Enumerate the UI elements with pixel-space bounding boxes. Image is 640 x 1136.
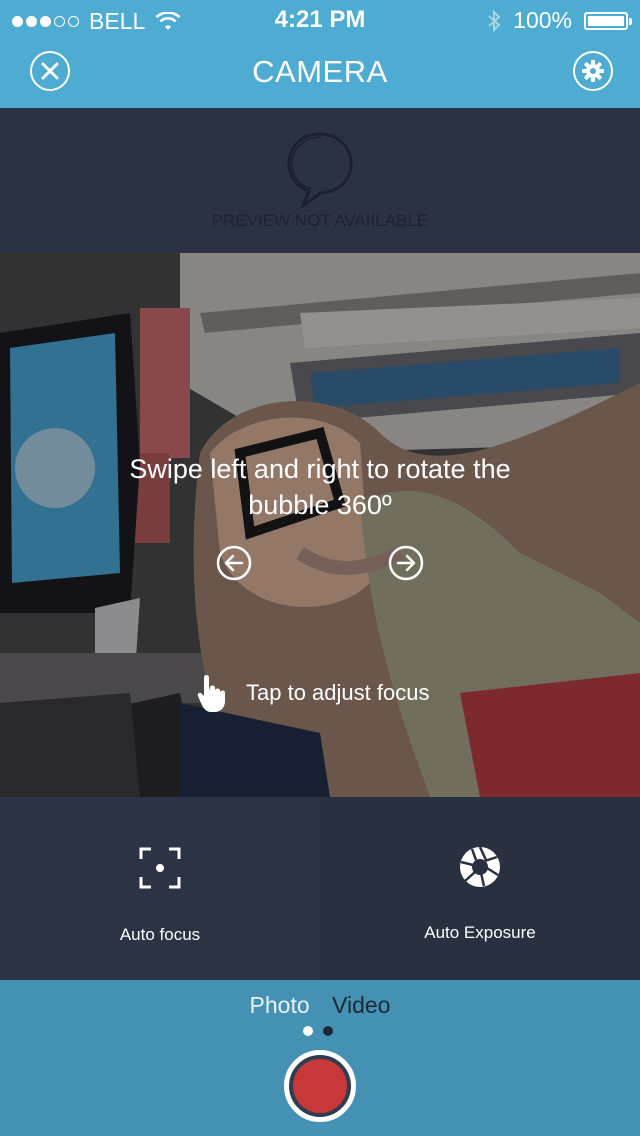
speech-bubble-icon	[287, 132, 353, 208]
bottom-bar: Photo Video	[0, 980, 640, 1136]
record-button[interactable]	[284, 1050, 356, 1122]
auto-focus-button[interactable]: Auto focus	[0, 797, 320, 980]
camera-dim-overlay	[0, 253, 640, 797]
preview-band: PREVIEW NOT AVAIILABLE	[0, 108, 640, 253]
pager-dot	[323, 1026, 333, 1036]
battery-icon	[584, 11, 632, 30]
status-bar: BELL 4:21 PM 100%	[0, 0, 640, 40]
rotate-hint-line2: bubble 360º	[248, 490, 392, 520]
tap-hand-icon	[197, 675, 225, 712]
auto-exposure-button[interactable]: Auto Exposure	[320, 797, 640, 980]
page-title: CAMERA	[252, 54, 388, 89]
aperture-icon	[460, 846, 500, 887]
status-right: 100%	[487, 7, 632, 34]
camera-viewfinder[interactable]: Swipe left and right to rotate the bubbl…	[0, 253, 640, 797]
nav-bar: CAMERA	[0, 40, 640, 108]
mode-switcher: Photo Video	[0, 992, 640, 1019]
auto-exposure-label: Auto Exposure	[424, 923, 536, 942]
mode-photo[interactable]: Photo	[250, 992, 310, 1019]
gear-icon	[582, 60, 604, 82]
pager-dot-active	[303, 1026, 313, 1036]
mode-pager	[303, 1026, 333, 1036]
focus-hint: Tap to adjust focus	[196, 673, 429, 713]
mode-video[interactable]: Video	[332, 992, 390, 1019]
bluetooth-icon	[488, 9, 501, 32]
focus-icon	[139, 847, 181, 889]
rotate-left-button[interactable]	[216, 545, 252, 581]
rotate-right-button[interactable]	[388, 545, 424, 581]
rotate-hint: Swipe left and right to rotate the bubbl…	[60, 451, 580, 523]
camera-controls: Auto focus Auto Exposure	[0, 797, 640, 980]
battery-percent: 100%	[513, 7, 572, 33]
focus-hint-text: Tap to adjust focus	[246, 680, 430, 705]
settings-button[interactable]	[573, 51, 613, 91]
auto-focus-label: Auto focus	[119, 925, 201, 944]
rotate-hint-line1: Swipe left and right to rotate the	[129, 454, 511, 484]
record-icon	[293, 1059, 347, 1113]
preview-unavailable-text: PREVIEW NOT AVAIILABLE	[211, 211, 429, 230]
